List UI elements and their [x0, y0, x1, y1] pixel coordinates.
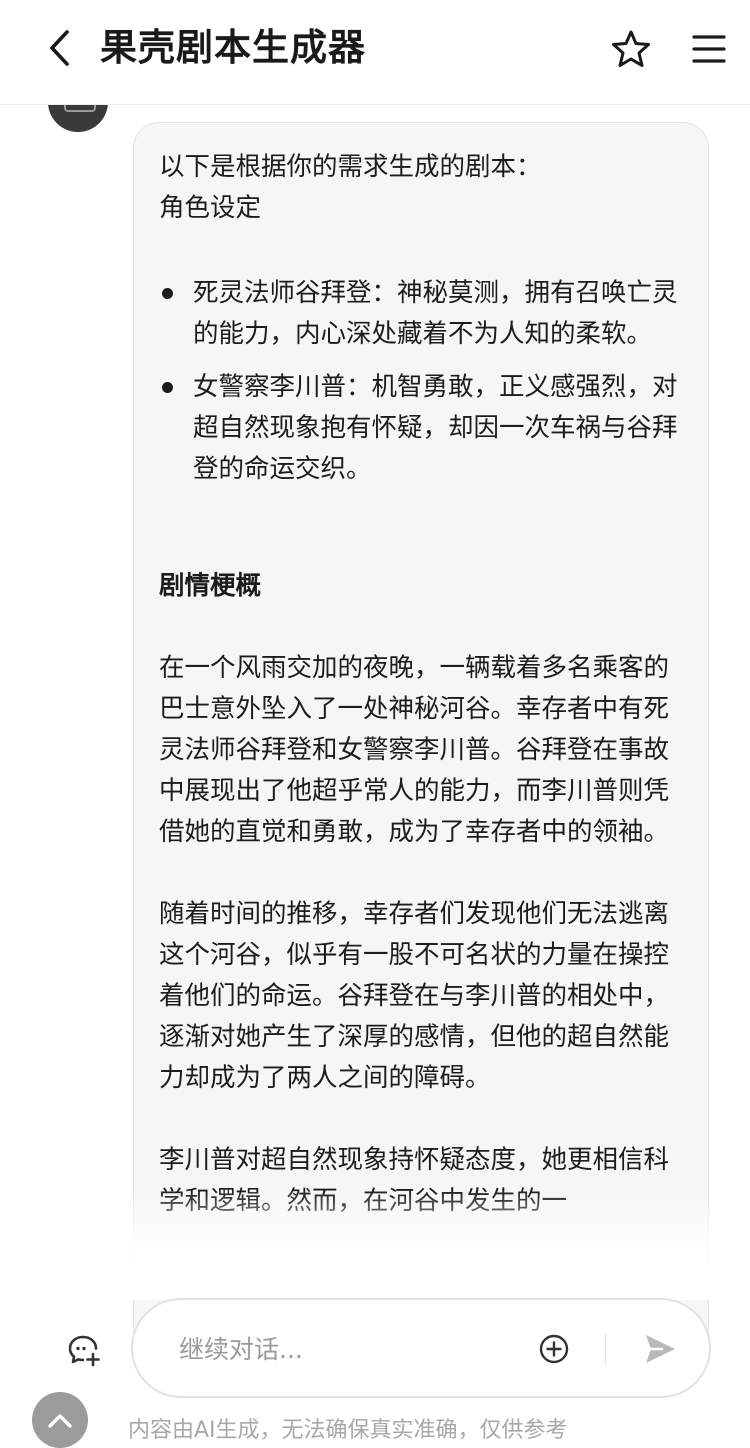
- plot-heading: 剧情梗概: [159, 571, 262, 601]
- bullet-icon: [162, 288, 173, 299]
- chevron-left-icon: [50, 30, 69, 66]
- list-item: 女警察李川普：机智勇敢，正义感强烈，对超自然现象抱有怀疑，却因一次车祸与谷拜登的…: [159, 367, 684, 490]
- page-title: 果壳剧本生成器: [100, 26, 366, 69]
- message-content: 以下是根据你的需求生成的剧本： 角色设定 死灵法师谷拜登：神秘莫测，拥有召唤亡灵…: [159, 147, 684, 1222]
- attach-button[interactable]: [537, 1332, 571, 1366]
- list-item: 死灵法师谷拜登：神秘莫测，拥有召唤亡灵的能力，内心深处藏着不为人知的柔软。: [159, 273, 684, 355]
- role-text: 死灵法师谷拜登：神秘莫测，拥有召唤亡灵的能力，内心深处藏着不为人知的柔软。: [193, 278, 678, 349]
- scroll-fade-overlay: [0, 1190, 750, 1300]
- new-chat-button[interactable]: [62, 1328, 106, 1372]
- bullet-icon: [162, 382, 173, 393]
- back-button[interactable]: [38, 26, 82, 70]
- roles-list: 死灵法师谷拜登：神秘莫测，拥有召唤亡灵的能力，内心深处藏着不为人知的柔软。 女警…: [159, 273, 684, 490]
- hamburger-menu-icon: [692, 35, 726, 63]
- plot-paragraph: 随着时间的推移，幸存者们发现他们无法逃离这个河谷，似乎有一股不可名状的力量在操控…: [159, 899, 670, 1093]
- plus-circle-icon: [539, 1334, 569, 1364]
- ai-disclaimer: 内容由AI生成，无法确保真实准确，仅供参考: [128, 1418, 568, 1443]
- plot-paragraph: 在一个风雨交加的夜晚，一辆载着多名乘客的巴士意外坠入了一处神秘河谷。幸存者中有死…: [159, 653, 670, 847]
- app-header: 果壳剧本生成器: [0, 0, 750, 105]
- star-outline-icon: [612, 30, 650, 67]
- new-chat-icon: [68, 1335, 100, 1367]
- favorite-button[interactable]: [608, 26, 654, 72]
- composer-divider: [605, 1334, 606, 1364]
- chat-input[interactable]: [177, 1328, 511, 1370]
- chat-composer: [131, 1298, 711, 1398]
- menu-button[interactable]: [686, 26, 732, 72]
- chevron-up-icon: [48, 1414, 72, 1428]
- roles-heading: 角色设定: [159, 193, 262, 223]
- message-intro: 以下是根据你的需求生成的剧本：: [159, 152, 542, 182]
- scroll-up-button[interactable]: [32, 1392, 88, 1448]
- role-text: 女警察李川普：机智勇敢，正义感强烈，对超自然现象抱有怀疑，却因一次车祸与谷拜登的…: [193, 372, 678, 484]
- send-icon: [646, 1335, 675, 1363]
- send-button[interactable]: [639, 1328, 681, 1370]
- assistant-message-bubble: 以下是根据你的需求生成的剧本： 角色设定 死灵法师谷拜登：神秘莫测，拥有召唤亡灵…: [133, 122, 709, 1372]
